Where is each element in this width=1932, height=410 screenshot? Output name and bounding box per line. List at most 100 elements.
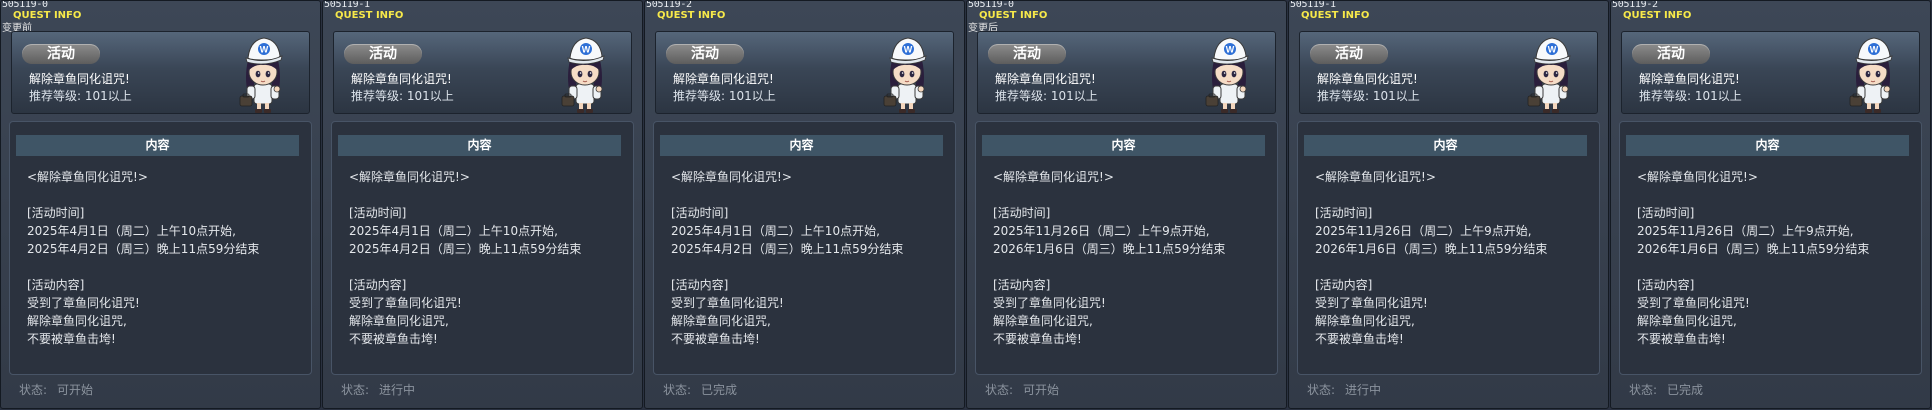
content-line: [活动内容]	[671, 278, 729, 292]
content-line: 受到了章鱼同化诅咒!	[349, 296, 462, 310]
status-line: 状态: 进行中	[341, 383, 425, 397]
status-label: 状态:	[985, 383, 1014, 397]
status-value: 可开始	[57, 383, 94, 397]
content-line: 不要被章鱼击垮!	[993, 332, 1082, 346]
content-line: 2026年1月6日（周三）晚上11点59分结束	[1637, 242, 1870, 256]
quest-header: 活动 解除章鱼同化诅咒! 推荐等级: 101以上 W	[11, 31, 310, 114]
npc-portrait-icon: W	[1205, 37, 1249, 113]
status-value: 可开始	[1023, 383, 1060, 397]
content-line: 解除章鱼同化诅咒,	[27, 314, 127, 328]
npc-portrait-icon: W	[1527, 37, 1571, 113]
content-line: [活动时间]	[1315, 206, 1373, 220]
quest-panel-4: 505119-0 QUEST INFO 变更后 活动 解除章鱼同化诅咒! 推荐等…	[966, 0, 1287, 409]
content-header: 内容	[338, 135, 621, 156]
status-label: 状态:	[1629, 383, 1658, 397]
recommended-level: 推荐等级: 101以上	[1639, 89, 1742, 103]
content-box: 内容 <解除章鱼同化诅咒!> [活动时间] 2025年11月26日（周二）上午9点开…	[1297, 121, 1600, 375]
content-line: 不要被章鱼击垮!	[1315, 332, 1404, 346]
content-line: 解除章鱼同化诅咒,	[349, 314, 449, 328]
content-line: [活动时间]	[27, 206, 85, 220]
content-box: 内容 <解除章鱼同化诅咒!> [活动时间] 2025年11月26日（周二）上午9点开…	[1619, 121, 1922, 375]
content-line: <解除章鱼同化诅咒!>	[349, 170, 470, 184]
status-value: 已完成	[1667, 383, 1704, 397]
status-label: 状态:	[1307, 383, 1336, 397]
content-header: 内容	[982, 135, 1265, 156]
status-line: 状态: 已完成	[663, 383, 747, 397]
quest-title: 解除章鱼同化诅咒!	[1317, 72, 1418, 86]
content-line: 2025年11月26日（周二）上午9点开始,	[1315, 224, 1532, 238]
svg-text:W: W	[582, 45, 591, 55]
quest-title: 解除章鱼同化诅咒!	[29, 72, 130, 86]
content-header: 内容	[1304, 135, 1587, 156]
content-line: 不要被章鱼击垮!	[27, 332, 116, 346]
quest-panel-5: 505119-1 QUEST INFO 活动 解除章鱼同化诅咒! 推荐等级: 1…	[1288, 0, 1609, 409]
content-line: 受到了章鱼同化诅咒!	[671, 296, 784, 310]
quest-header: 活动 解除章鱼同化诅咒! 推荐等级: 101以上 W	[655, 31, 954, 114]
content-line: 受到了章鱼同化诅咒!	[27, 296, 140, 310]
status-value: 已完成	[701, 383, 738, 397]
quest-info-label: QUEST INFO	[657, 10, 726, 21]
content-line: [活动时间]	[993, 206, 1051, 220]
quest-info-label: QUEST INFO	[13, 10, 82, 21]
status-value: 进行中	[379, 383, 416, 397]
quest-header: 活动 解除章鱼同化诅咒! 推荐等级: 101以上 W	[1299, 31, 1598, 114]
content-line: [活动时间]	[671, 206, 729, 220]
svg-text:W: W	[1226, 45, 1235, 55]
quest-info-label: QUEST INFO	[335, 10, 404, 21]
content-line: 不要被章鱼击垮!	[671, 332, 760, 346]
content-line: <解除章鱼同化诅咒!>	[1315, 170, 1436, 184]
quest-info-label: QUEST INFO	[1301, 10, 1370, 21]
content-text: <解除章鱼同化诅咒!> [活动时间] 2025年4月1日（周二）上午10点开始, 20…	[27, 168, 297, 348]
npc-portrait-icon: W	[1849, 37, 1893, 113]
quest-header: 活动 解除章鱼同化诅咒! 推荐等级: 101以上 W	[1621, 31, 1920, 114]
content-line: 受到了章鱼同化诅咒!	[1315, 296, 1428, 310]
content-line: [活动内容]	[993, 278, 1051, 292]
quest-title: 解除章鱼同化诅咒!	[995, 72, 1096, 86]
content-line: 不要被章鱼击垮!	[1637, 332, 1726, 346]
content-text: <解除章鱼同化诅咒!> [活动时间] 2025年11月26日（周二）上午9点开始, 2…	[1637, 168, 1907, 348]
quest-title: 解除章鱼同化诅咒!	[673, 72, 774, 86]
quest-title: 解除章鱼同化诅咒!	[351, 72, 452, 86]
content-line: [活动时间]	[349, 206, 407, 220]
content-line: [活动时间]	[1637, 206, 1695, 220]
content-line: 2025年4月2日（周三）晚上11点59分结束	[349, 242, 582, 256]
status-line: 状态: 可开始	[985, 383, 1069, 397]
content-line: 解除章鱼同化诅咒,	[993, 314, 1093, 328]
svg-text:W: W	[260, 45, 269, 55]
quest-header: 活动 解除章鱼同化诅咒! 推荐等级: 101以上 W	[333, 31, 632, 114]
status-line: 状态: 已完成	[1629, 383, 1713, 397]
content-line: 解除章鱼同化诅咒,	[1315, 314, 1415, 328]
content-line: 不要被章鱼击垮!	[349, 332, 438, 346]
content-box: 内容 <解除章鱼同化诅咒!> [活动时间] 2025年11月26日（周二）上午9点开…	[975, 121, 1278, 375]
status-label: 状态:	[341, 383, 370, 397]
npc-portrait-icon: W	[883, 37, 927, 113]
svg-text:W: W	[904, 45, 913, 55]
quest-title: 解除章鱼同化诅咒!	[1639, 72, 1740, 86]
content-line: <解除章鱼同化诅咒!>	[993, 170, 1114, 184]
event-badge: 活动	[1632, 44, 1710, 64]
quest-info-label: QUEST INFO	[979, 10, 1048, 21]
content-line: [活动内容]	[1637, 278, 1695, 292]
quest-panels: 505119-0 QUEST INFO 变更前 活动 解除章鱼同化诅咒! 推荐等…	[0, 0, 1932, 410]
event-badge: 活动	[344, 44, 422, 64]
content-line: <解除章鱼同化诅咒!>	[1637, 170, 1758, 184]
content-line: 2026年1月6日（周三）晚上11点59分结束	[1315, 242, 1548, 256]
quest-info-label: QUEST INFO	[1623, 10, 1692, 21]
recommended-level: 推荐等级: 101以上	[995, 89, 1098, 103]
content-text: <解除章鱼同化诅咒!> [活动时间] 2025年4月1日（周二）上午10点开始, 20…	[349, 168, 619, 348]
content-box: 内容 <解除章鱼同化诅咒!> [活动时间] 2025年4月1日（周二）上午10点开始…	[331, 121, 634, 375]
content-box: 内容 <解除章鱼同化诅咒!> [活动时间] 2025年4月1日（周二）上午10点开始…	[653, 121, 956, 375]
event-badge: 活动	[1310, 44, 1388, 64]
status-value: 进行中	[1345, 383, 1382, 397]
content-line: [活动内容]	[349, 278, 407, 292]
event-badge: 活动	[666, 44, 744, 64]
